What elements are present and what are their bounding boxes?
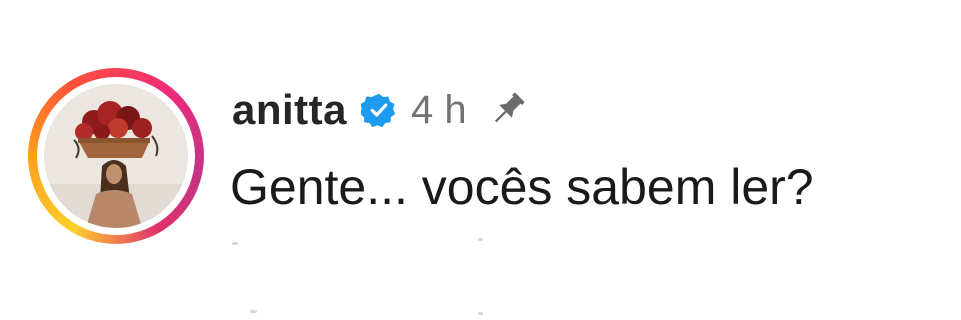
username-link[interactable]: anitta xyxy=(232,86,347,134)
divider-speck xyxy=(232,242,238,245)
comment-body: Gente... vocês sabem ler? xyxy=(230,159,814,215)
verified-badge-icon xyxy=(361,93,396,128)
comment-header: anitta 4 h xyxy=(232,82,529,138)
pinned-comment: anitta 4 h Gente... vocês sabem ler? xyxy=(0,0,961,320)
divider-speck xyxy=(478,312,483,315)
story-ring[interactable] xyxy=(28,68,204,244)
timestamp: 4 h xyxy=(411,87,467,132)
pin-icon xyxy=(494,92,524,123)
divider-speck xyxy=(478,238,483,241)
divider-speck xyxy=(250,310,257,313)
profile-avatar[interactable] xyxy=(44,84,188,228)
